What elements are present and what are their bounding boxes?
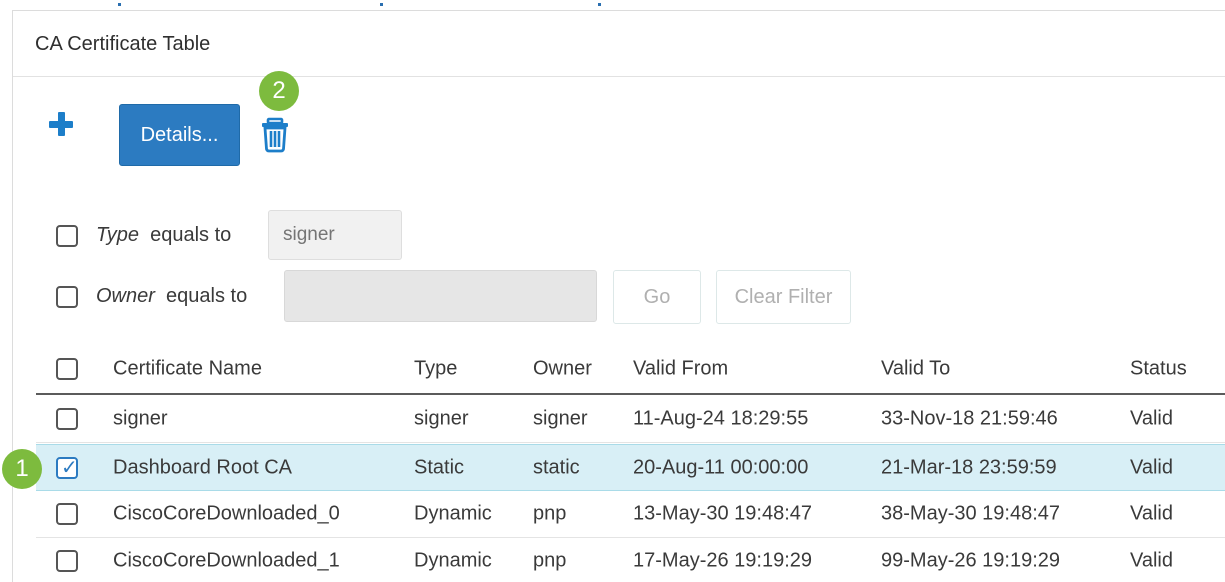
go-button[interactable]: Go xyxy=(613,270,701,324)
cell-status: Valid xyxy=(1130,456,1173,478)
strip-tick xyxy=(380,3,383,6)
strip-tick xyxy=(118,3,121,6)
cell-certificate-name: Dashboard Root CA xyxy=(113,456,292,478)
column-header-valid-from[interactable]: Valid From xyxy=(633,358,728,381)
plus-icon[interactable] xyxy=(44,107,78,141)
panel-header: CA Certificate Table xyxy=(13,11,1225,77)
table-row-selected[interactable]: ✓ Dashboard Root CA Static static 20-Aug… xyxy=(36,444,1225,491)
column-header-certificate-name[interactable]: Certificate Name xyxy=(113,358,262,381)
cell-owner: pnp xyxy=(533,549,567,572)
owner-filter-checkbox[interactable] xyxy=(56,286,78,308)
panel-title: CA Certificate Table xyxy=(35,33,211,55)
row-checkbox[interactable] xyxy=(56,503,78,525)
cell-valid-to: 21-Mar-18 23:59:59 xyxy=(881,456,1057,478)
trash-icon[interactable] xyxy=(260,116,296,154)
cell-type: Static xyxy=(414,456,465,478)
cell-certificate-name: CiscoCoreDownloaded_1 xyxy=(113,549,340,572)
type-filter-operator: equals to xyxy=(150,224,232,246)
step-badge-1: 1 xyxy=(2,449,42,489)
step-badge-2: 2 xyxy=(259,71,299,111)
cell-owner: signer xyxy=(533,407,588,430)
table-row[interactable]: CiscoCoreDownloaded_0 Dynamic pnp 13-May… xyxy=(36,491,1225,538)
table-row[interactable]: signer signer signer 11-Aug-24 18:29:55 … xyxy=(36,396,1225,443)
cell-owner: static xyxy=(533,456,580,478)
table-header-row: Certificate Name Type Owner Valid From V… xyxy=(36,345,1225,395)
cell-status: Valid xyxy=(1130,407,1173,430)
cell-type: Dynamic xyxy=(414,502,492,525)
cell-type: Dynamic xyxy=(414,549,492,572)
cell-status: Valid xyxy=(1130,549,1173,572)
row-checkbox[interactable] xyxy=(56,550,78,572)
cell-certificate-name: CiscoCoreDownloaded_0 xyxy=(113,502,340,525)
owner-filter-label: Owner equals to xyxy=(96,285,247,308)
strip-tick xyxy=(598,3,601,6)
cell-type: signer xyxy=(414,407,469,430)
type-filter-field: Type xyxy=(96,224,139,246)
cell-certificate-name: signer xyxy=(113,407,168,430)
table-row[interactable]: CiscoCoreDownloaded_1 Dynamic pnp 17-May… xyxy=(36,538,1225,582)
cell-valid-from: 17-May-26 19:19:29 xyxy=(633,549,813,572)
top-strip xyxy=(0,0,1225,8)
column-header-valid-to[interactable]: Valid To xyxy=(881,358,950,381)
select-all-checkbox[interactable] xyxy=(56,358,78,380)
clear-filter-button[interactable]: Clear Filter xyxy=(716,270,851,324)
owner-filter-operator: equals to xyxy=(166,285,248,307)
cell-valid-to: 38-May-30 19:48:47 xyxy=(881,502,1061,525)
cell-status: Valid xyxy=(1130,502,1173,525)
owner-filter-input[interactable] xyxy=(284,270,597,322)
row-checkbox-checked[interactable]: ✓ xyxy=(56,456,78,479)
details-button[interactable]: Details... xyxy=(119,104,240,166)
row-checkbox[interactable] xyxy=(56,408,78,430)
column-header-type[interactable]: Type xyxy=(414,358,457,381)
cell-owner: pnp xyxy=(533,502,567,525)
cell-valid-to: 99-May-26 19:19:29 xyxy=(881,549,1061,572)
type-filter-checkbox[interactable] xyxy=(56,225,78,247)
type-filter-input[interactable] xyxy=(268,210,402,260)
column-header-owner[interactable]: Owner xyxy=(533,358,592,381)
checkmark-icon: ✓ xyxy=(61,456,78,479)
cell-valid-from: 11-Aug-24 18:29:55 xyxy=(633,407,809,430)
cell-valid-to: 33-Nov-18 21:59:46 xyxy=(881,407,1058,430)
column-header-status[interactable]: Status xyxy=(1130,358,1187,381)
cell-valid-from: 13-May-30 19:48:47 xyxy=(633,502,813,525)
type-filter-label: Type equals to xyxy=(96,224,231,247)
owner-filter-field: Owner xyxy=(96,285,155,307)
cell-valid-from: 20-Aug-11 00:00:00 xyxy=(633,456,809,478)
